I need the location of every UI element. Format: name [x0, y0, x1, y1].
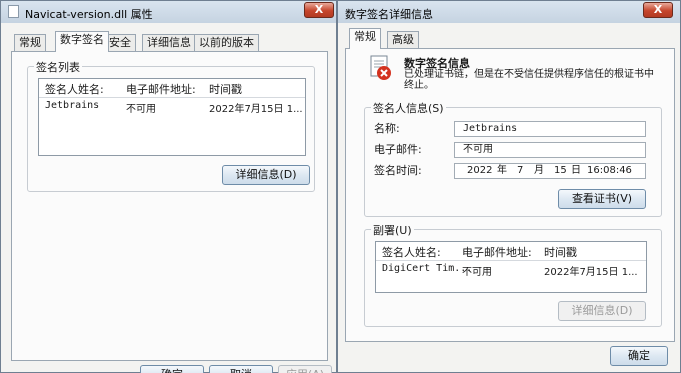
signature-details-window: 数字签名详细信息 X 常规 高级 数字签名信息 已处理证书链，但是在不受信任提供…	[337, 0, 681, 373]
signing-time-field[interactable]: 2022 年 7 月 15 日 16:08:46	[454, 163, 646, 179]
countersignature-title: 副署(U)	[371, 222, 414, 238]
column-header-email[interactable]: 电子邮件地址:	[126, 81, 196, 97]
row-timestamp: 2022年7月15日 1...	[544, 267, 638, 278]
properties-titlebar[interactable]: Navicat-version.dll 属性 X	[1, 1, 336, 23]
signature-info-text: 已处理证书链，但是在不受信任提供程序信任的根证书中终止。	[404, 69, 654, 91]
signing-day-unit: 日	[571, 165, 581, 176]
signer-info-title: 签名人信息(S)	[371, 100, 446, 116]
view-certificate-button[interactable]: 查看证书(V)	[558, 189, 646, 209]
column-header-signer-name[interactable]: 签名人姓名:	[382, 244, 441, 260]
tab-advanced[interactable]: 高级	[387, 31, 419, 49]
close-button[interactable]: X	[643, 2, 673, 18]
certificate-error-icon	[370, 55, 392, 81]
signature-details-title: 数字签名详细信息	[345, 8, 433, 21]
email-field[interactable]: 不可用	[454, 142, 646, 158]
column-header-signer-name[interactable]: 签名人姓名:	[45, 81, 104, 97]
signing-month-unit: 月	[534, 165, 544, 176]
row-signer-name: Jetbrains	[45, 100, 100, 111]
signing-year: 2022	[467, 165, 493, 176]
tab-previous-versions[interactable]: 以前的版本	[194, 34, 259, 52]
signature-list[interactable]: 签名人姓名: 电子邮件地址: 时间戳 Jetbrains 不可用 2022年7月…	[38, 78, 306, 156]
dll-file-icon	[8, 5, 19, 18]
signing-day: 15	[554, 165, 567, 176]
signature-list-title: 签名列表	[34, 59, 82, 75]
table-row[interactable]: DigiCert Tim... 不可用 2022年7月15日 1...	[376, 262, 646, 278]
header-divider	[376, 260, 646, 261]
general-panel: 数字签名信息 已处理证书链，但是在不受信任提供程序信任的根证书中终止。 签名人信…	[345, 48, 675, 342]
ok-button[interactable]: 确定	[140, 365, 204, 373]
close-button[interactable]: X	[304, 2, 334, 18]
signature-details-titlebar[interactable]: 数字签名详细信息 X	[338, 1, 680, 23]
digital-signatures-panel: 签名列表 签名人姓名: 电子邮件地址: 时间戳 Jetbrains 不可用 20…	[11, 51, 328, 361]
name-field[interactable]: Jetbrains	[454, 121, 646, 137]
row-timestamp: 2022年7月15日 1...	[209, 104, 303, 115]
properties-window-title: Navicat-version.dll 属性	[25, 8, 153, 21]
column-header-timestamp[interactable]: 时间戳	[544, 244, 577, 260]
signing-clock: 16:08:46	[587, 165, 632, 176]
signing-time-label: 签名时间:	[374, 164, 422, 177]
email-label: 电子邮件:	[374, 143, 422, 156]
tab-general[interactable]: 常规	[349, 28, 381, 49]
signing-year-unit: 年	[497, 165, 507, 176]
tab-digital-signatures[interactable]: 数字签名	[55, 31, 109, 52]
row-signer-name: DigiCert Tim...	[382, 263, 473, 274]
signing-month: 7	[517, 165, 524, 176]
table-row[interactable]: Jetbrains 不可用 2022年7月15日 1...	[39, 99, 305, 115]
apply-button[interactable]: 应用(A)	[278, 365, 332, 373]
name-label: 名称:	[374, 122, 400, 135]
header-divider	[39, 97, 305, 98]
countersignature-list[interactable]: 签名人姓名: 电子邮件地址: 时间戳 DigiCert Tim... 不可用 2…	[375, 241, 647, 293]
column-header-email[interactable]: 电子邮件地址:	[462, 244, 532, 260]
countersignature-details-button[interactable]: 详细信息(D)	[558, 301, 646, 321]
details-button[interactable]: 详细信息(D)	[222, 165, 310, 185]
column-header-timestamp[interactable]: 时间戳	[209, 81, 242, 97]
ok-button[interactable]: 确定	[610, 346, 668, 366]
row-email: 不可用	[462, 267, 492, 278]
tab-general[interactable]: 常规	[14, 34, 46, 52]
cancel-button[interactable]: 取消	[209, 365, 273, 373]
properties-window: Navicat-version.dll 属性 X 常规 数字签名 安全 详细信息…	[0, 0, 337, 373]
row-email: 不可用	[126, 104, 156, 115]
tab-details[interactable]: 详细信息	[142, 34, 196, 52]
